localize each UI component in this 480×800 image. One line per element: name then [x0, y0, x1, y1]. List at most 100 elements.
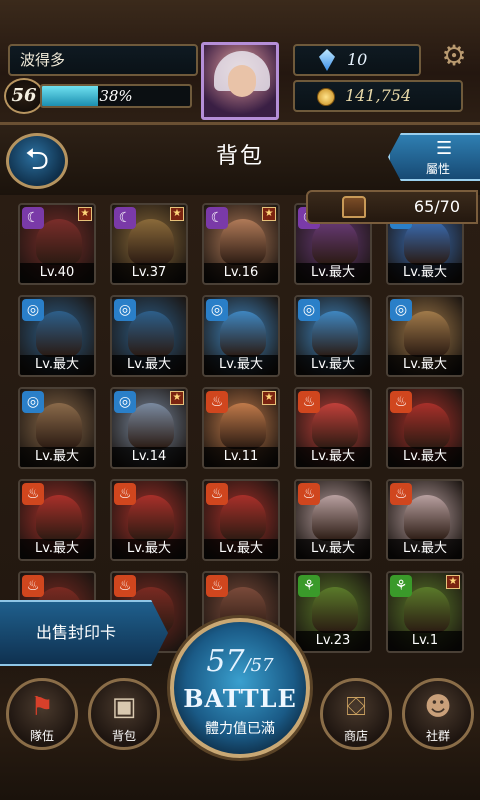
attribute-label: 屬性: [426, 162, 451, 176]
card-level: Lv.最大: [296, 539, 370, 559]
coin-count: 141,754: [345, 86, 412, 105]
nav-bag-label: 背包: [111, 729, 136, 743]
card-level: Lv.最大: [20, 447, 94, 467]
monster-card[interactable]: ♨ Lv.最大: [386, 479, 464, 561]
gem-count: 10: [347, 50, 368, 69]
fire-element-icon: ♨: [206, 391, 228, 413]
monster-card[interactable]: ⚘ Lv.23: [294, 571, 372, 653]
fire-element-icon: ♨: [206, 575, 228, 597]
fire-element-icon: ♨: [114, 575, 136, 597]
star-icon: ★: [446, 575, 460, 589]
card-level: Lv.最大: [296, 355, 370, 375]
fire-element-icon: ♨: [390, 483, 412, 505]
bag-icon: ▣: [111, 692, 137, 722]
monster-card[interactable]: ♨ Lv.最大: [18, 479, 96, 561]
nav-bag-button[interactable]: ▣ 背包: [88, 678, 160, 750]
fire-element-icon: ♨: [22, 575, 44, 597]
monster-card[interactable]: ◎ ★ Lv.14: [110, 387, 188, 469]
fire-element-icon: ♨: [114, 483, 136, 505]
fire-element-icon: ♨: [298, 391, 320, 413]
avatar-face: [228, 65, 256, 97]
card-level: Lv.最大: [112, 355, 186, 375]
card-level: Lv.1: [388, 631, 462, 651]
back-button[interactable]: ⮌: [6, 133, 68, 189]
dark-element-icon: ☾: [114, 207, 136, 229]
fire-element-icon: ♨: [206, 483, 228, 505]
back-arrow-icon: ⮌: [24, 142, 50, 177]
card-level: Lv.最大: [388, 447, 462, 467]
coin-icon: [317, 88, 335, 106]
stamina-max: /57: [244, 655, 274, 676]
fire-element-icon: ♨: [22, 483, 44, 505]
attribute-sort-button[interactable]: ☰ 屬性: [388, 133, 480, 181]
card-level: Lv.最大: [112, 539, 186, 559]
sell-cards-label: 出售封印卡: [36, 623, 117, 642]
water-element-icon: ◎: [114, 391, 136, 413]
page-title: 背包: [215, 144, 264, 169]
monster-card[interactable]: ◎ Lv.最大: [18, 295, 96, 377]
player-name: 波得多: [8, 44, 198, 76]
card-level: Lv.16: [204, 263, 278, 283]
star-icon: ★: [262, 391, 276, 405]
monster-card[interactable]: ☾ ★ Lv.40: [18, 203, 96, 285]
monster-card[interactable]: ♨ Lv.最大: [202, 479, 280, 561]
card-level: Lv.最大: [296, 447, 370, 467]
card-level: Lv.最大: [20, 539, 94, 559]
fire-element-icon: ♨: [298, 483, 320, 505]
star-icon: ★: [78, 207, 92, 221]
nav-shop-button[interactable]: ⛋ 商店: [320, 678, 392, 750]
monster-card[interactable]: ♨ Lv.最大: [294, 387, 372, 469]
battle-button[interactable]: 57/57 BATTLE 體力值已滿: [170, 618, 310, 758]
monster-card[interactable]: ◎ Lv.最大: [18, 387, 96, 469]
sell-cards-button[interactable]: 出售封印卡: [0, 600, 168, 666]
exp-bar: 38%: [40, 84, 192, 108]
monster-card[interactable]: ◎ Lv.最大: [110, 295, 188, 377]
water-element-icon: ◎: [22, 299, 44, 321]
water-element-icon: ◎: [114, 299, 136, 321]
nav-team-label: 隊伍: [29, 729, 54, 743]
dark-element-icon: ☾: [22, 207, 44, 229]
monster-card[interactable]: ◎ Lv.最大: [202, 295, 280, 377]
monster-card[interactable]: ♨ Lv.最大: [294, 479, 372, 561]
star-icon: ★: [170, 207, 184, 221]
coin-counter: 141,754: [293, 80, 463, 112]
settings-gear-icon[interactable]: ⚙: [436, 40, 472, 72]
card-level: Lv.最大: [388, 263, 462, 283]
nav-social-label: 社群: [425, 729, 450, 743]
card-level: Lv.最大: [204, 355, 278, 375]
exp-text: 38%: [99, 87, 133, 105]
card-level: Lv.最大: [296, 263, 370, 283]
monster-card[interactable]: ♨ Lv.最大: [386, 387, 464, 469]
monster-card[interactable]: ♨ ★ Lv.11: [202, 387, 280, 469]
card-level: Lv.最大: [204, 539, 278, 559]
player-avatar[interactable]: [201, 42, 279, 120]
monster-card[interactable]: ⚘ ★ Lv.1: [386, 571, 464, 653]
fire-element-icon: ♨: [390, 391, 412, 413]
wood-element-icon: ⚘: [390, 575, 412, 597]
card-level: Lv.最大: [388, 355, 462, 375]
card-level: Lv.最大: [20, 355, 94, 375]
water-element-icon: ◎: [206, 299, 228, 321]
stamina-status: 體力值已滿: [205, 721, 275, 737]
card-level: Lv.23: [296, 631, 370, 651]
water-element-icon: ◎: [298, 299, 320, 321]
gem-icon: [319, 49, 335, 71]
inventory-count: 65/70: [413, 197, 460, 216]
star-icon: ★: [170, 391, 184, 405]
nav-team-button[interactable]: ⚑ 隊伍: [6, 678, 78, 750]
monster-card[interactable]: ☾ ★ Lv.37: [110, 203, 188, 285]
monster-card[interactable]: ♨ Lv.最大: [110, 479, 188, 561]
water-element-icon: ◎: [390, 299, 412, 321]
monster-card[interactable]: ◎ Lv.最大: [294, 295, 372, 377]
stamina-display: 57/57: [174, 644, 306, 679]
nav-social-button[interactable]: ☻ 社群: [402, 678, 474, 750]
chest-icon: ⛋: [346, 692, 366, 722]
monster-card[interactable]: ◎ Lv.最大: [386, 295, 464, 377]
player-header: 波得多 56 38% 10 ⚙ 141,754: [0, 0, 480, 125]
flag-icon: ⚑: [30, 692, 54, 722]
dark-element-icon: ☾: [206, 207, 228, 229]
gem-counter[interactable]: 10: [293, 44, 421, 76]
star-icon: ★: [262, 207, 276, 221]
monster-card[interactable]: ☾ ★ Lv.16: [202, 203, 280, 285]
inventory-count-box: 65/70: [306, 190, 478, 224]
